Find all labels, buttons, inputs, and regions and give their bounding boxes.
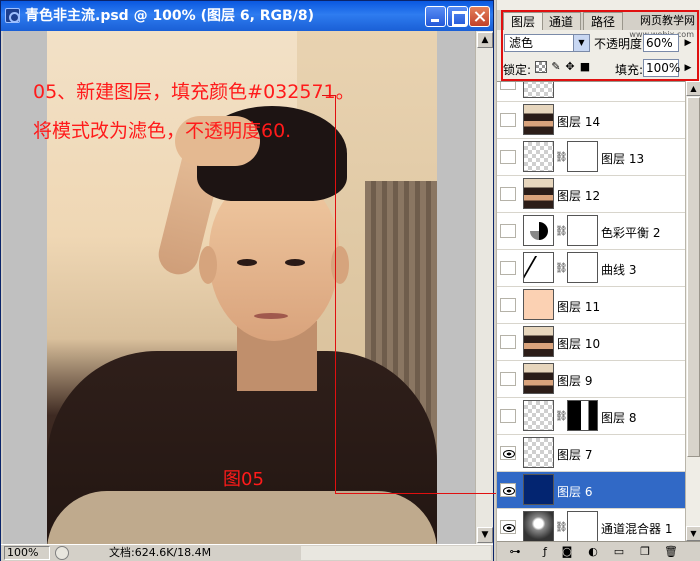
layer-thumbnail[interactable]	[523, 289, 554, 320]
layer-row-selected[interactable]: 图层 6	[497, 472, 685, 509]
layer-row[interactable]: 图层 12	[497, 176, 685, 213]
status-menu-icon[interactable]	[55, 546, 69, 560]
link-layers-icon[interactable]: ⊶	[507, 545, 523, 559]
layer-thumbnail[interactable]	[523, 215, 554, 246]
layer-name: 图层 10	[557, 337, 601, 351]
layer-thumbnail[interactable]	[523, 326, 554, 357]
layer-thumbnail[interactable]	[523, 178, 554, 209]
mask-link-icon[interactable]: ⛓	[555, 225, 568, 239]
trash-icon[interactable]: 🗑	[663, 545, 679, 559]
close-button[interactable]	[469, 6, 490, 27]
mask-link-icon[interactable]: ⛓	[555, 410, 568, 424]
screen: 青色非主流.psd @ 100% (图层 6, RGB/8) 05、新建图层，填…	[0, 0, 700, 561]
mask-link-icon[interactable]: ⛓	[555, 521, 568, 535]
eye-visibility-icon[interactable]	[500, 150, 516, 164]
layer-thumbnail[interactable]	[523, 141, 554, 172]
document-horizontal-scrollbar[interactable]	[301, 546, 491, 560]
layers-list: 图层 14 ⛓ 图层 13 图层 12 ⛓ 色彩平衡 2 ⛓ 曲线 3 图层 11 图层 10 图层…	[497, 81, 685, 541]
document-size-status: 文档:624.6K/18.4M	[109, 546, 212, 559]
layer-name: 通道混合器 1	[601, 522, 673, 536]
layer-row[interactable]: ⛓ 色彩平衡 2	[497, 213, 685, 250]
layer-row[interactable]: 图层 11	[497, 287, 685, 324]
layer-thumbnail[interactable]	[523, 82, 554, 98]
mask-link-icon[interactable]: ⛓	[555, 151, 568, 165]
layer-row[interactable]: ⛓ 图层 8	[497, 398, 685, 435]
layer-thumbnail[interactable]	[523, 363, 554, 394]
layer-row[interactable]: 图层 10	[497, 324, 685, 361]
scroll-up-icon[interactable]: ▲	[477, 32, 493, 48]
layer-row[interactable]: 图层 14	[497, 102, 685, 139]
scroll-up-icon[interactable]: ▲	[686, 81, 700, 96]
zoom-field[interactable]: 100%	[4, 546, 50, 560]
eye-visibility-icon[interactable]	[500, 298, 516, 312]
layer-thumbnail[interactable]	[523, 252, 554, 283]
layer-name: 曲线 3	[601, 263, 637, 277]
new-group-folder-icon[interactable]: ▭	[611, 545, 627, 559]
figure-label: 图05	[223, 469, 264, 490]
eye-visibility-icon[interactable]	[500, 335, 516, 349]
scrollbar-thumb[interactable]	[687, 97, 700, 457]
layer-name: 图层 12	[557, 189, 601, 203]
scroll-down-icon[interactable]: ▼	[477, 527, 493, 543]
document-status-bar: 100% 文档:624.6K/18.4M	[1, 544, 493, 561]
eye-visibility-icon[interactable]	[500, 520, 516, 534]
minimize-button[interactable]	[425, 6, 446, 27]
layer-row[interactable]: ⛓ 图层 13	[497, 139, 685, 176]
layer-mask-thumbnail[interactable]	[567, 252, 598, 283]
add-mask-icon[interactable]: ◙	[559, 545, 575, 559]
eye-visibility-icon[interactable]	[500, 82, 516, 90]
layer-row[interactable]: 图层 9	[497, 361, 685, 398]
layer-mask-thumbnail[interactable]	[567, 400, 598, 431]
layers-vertical-scrollbar[interactable]: ▲ ▼	[685, 81, 700, 541]
layer-thumbnail[interactable]	[523, 511, 554, 541]
layer-thumbnail[interactable]	[523, 437, 554, 468]
layer-mask-thumbnail[interactable]	[567, 215, 598, 246]
eye-visibility-icon[interactable]	[500, 372, 516, 386]
layers-panel: 图层 通道 路径 网页教学网 www.webjx.com 滤色 ▼ 不透明度: …	[496, 0, 700, 561]
callout-line-vertical	[335, 95, 336, 494]
document-title-bar[interactable]: 青色非主流.psd @ 100% (图层 6, RGB/8)	[1, 1, 493, 31]
new-layer-icon[interactable]: ❐	[637, 545, 653, 559]
layer-row[interactable]	[497, 82, 685, 102]
eye-visibility-icon[interactable]	[500, 261, 516, 275]
eye-visibility-icon[interactable]	[500, 446, 516, 460]
document-title: 青色非主流.psd @ 100% (图层 6, RGB/8)	[25, 8, 314, 24]
annotation-mode-text: 将模式改为滤色，不透明度60.	[33, 120, 292, 142]
annotation-step-text: 05、新建图层，填充颜色#032571。	[33, 81, 355, 103]
eye-visibility-icon[interactable]	[500, 483, 516, 497]
layers-panel-footer: ⊶ ƒ ◙ ◐ ▭ ❐ 🗑	[497, 541, 700, 561]
document-vertical-scrollbar[interactable]: ▲ ▼	[475, 31, 493, 544]
layer-row[interactable]: ⛓ 曲线 3	[497, 250, 685, 287]
eye-visibility-icon[interactable]	[500, 409, 516, 423]
layer-row[interactable]: 图层 7	[497, 435, 685, 472]
layer-mask-thumbnail[interactable]	[567, 511, 598, 541]
layer-name: 图层 8	[601, 411, 637, 425]
canvas-area[interactable]: 05、新建图层，填充颜色#032571。 将模式改为滤色，不透明度60. 图05	[3, 31, 475, 544]
photoshop-icon	[5, 8, 20, 23]
document-window: 青色非主流.psd @ 100% (图层 6, RGB/8) 05、新建图层，填…	[0, 0, 494, 561]
adjustment-layer-icon[interactable]: ◐	[585, 545, 601, 559]
layer-style-icon[interactable]: ƒ	[537, 545, 553, 559]
tab-layers[interactable]: 图层	[503, 12, 544, 30]
layer-row[interactable]: ⛓ 通道混合器 1	[497, 509, 685, 541]
layer-name: 图层 6	[557, 485, 593, 499]
eye-visibility-icon[interactable]	[500, 187, 516, 201]
layer-thumbnail[interactable]	[523, 400, 554, 431]
maximize-button[interactable]	[447, 6, 468, 27]
layer-name: 图层 14	[557, 115, 601, 129]
layer-name: 图层 7	[557, 448, 593, 462]
callout-line-h-bottom	[335, 493, 518, 494]
layer-mask-thumbnail[interactable]	[567, 141, 598, 172]
eye-visibility-icon[interactable]	[500, 224, 516, 238]
layer-name: 图层 9	[557, 374, 593, 388]
layer-thumbnail[interactable]	[523, 474, 554, 505]
mask-link-icon[interactable]: ⛓	[555, 262, 568, 276]
scroll-down-icon[interactable]: ▼	[686, 526, 700, 541]
layer-thumbnail[interactable]	[523, 104, 554, 135]
eye-visibility-icon[interactable]	[500, 113, 516, 127]
layer-name: 图层 13	[601, 152, 645, 166]
layer-name: 图层 11	[557, 300, 601, 314]
layer-name: 色彩平衡 2	[601, 226, 661, 240]
callout-line-h-top	[322, 95, 336, 96]
